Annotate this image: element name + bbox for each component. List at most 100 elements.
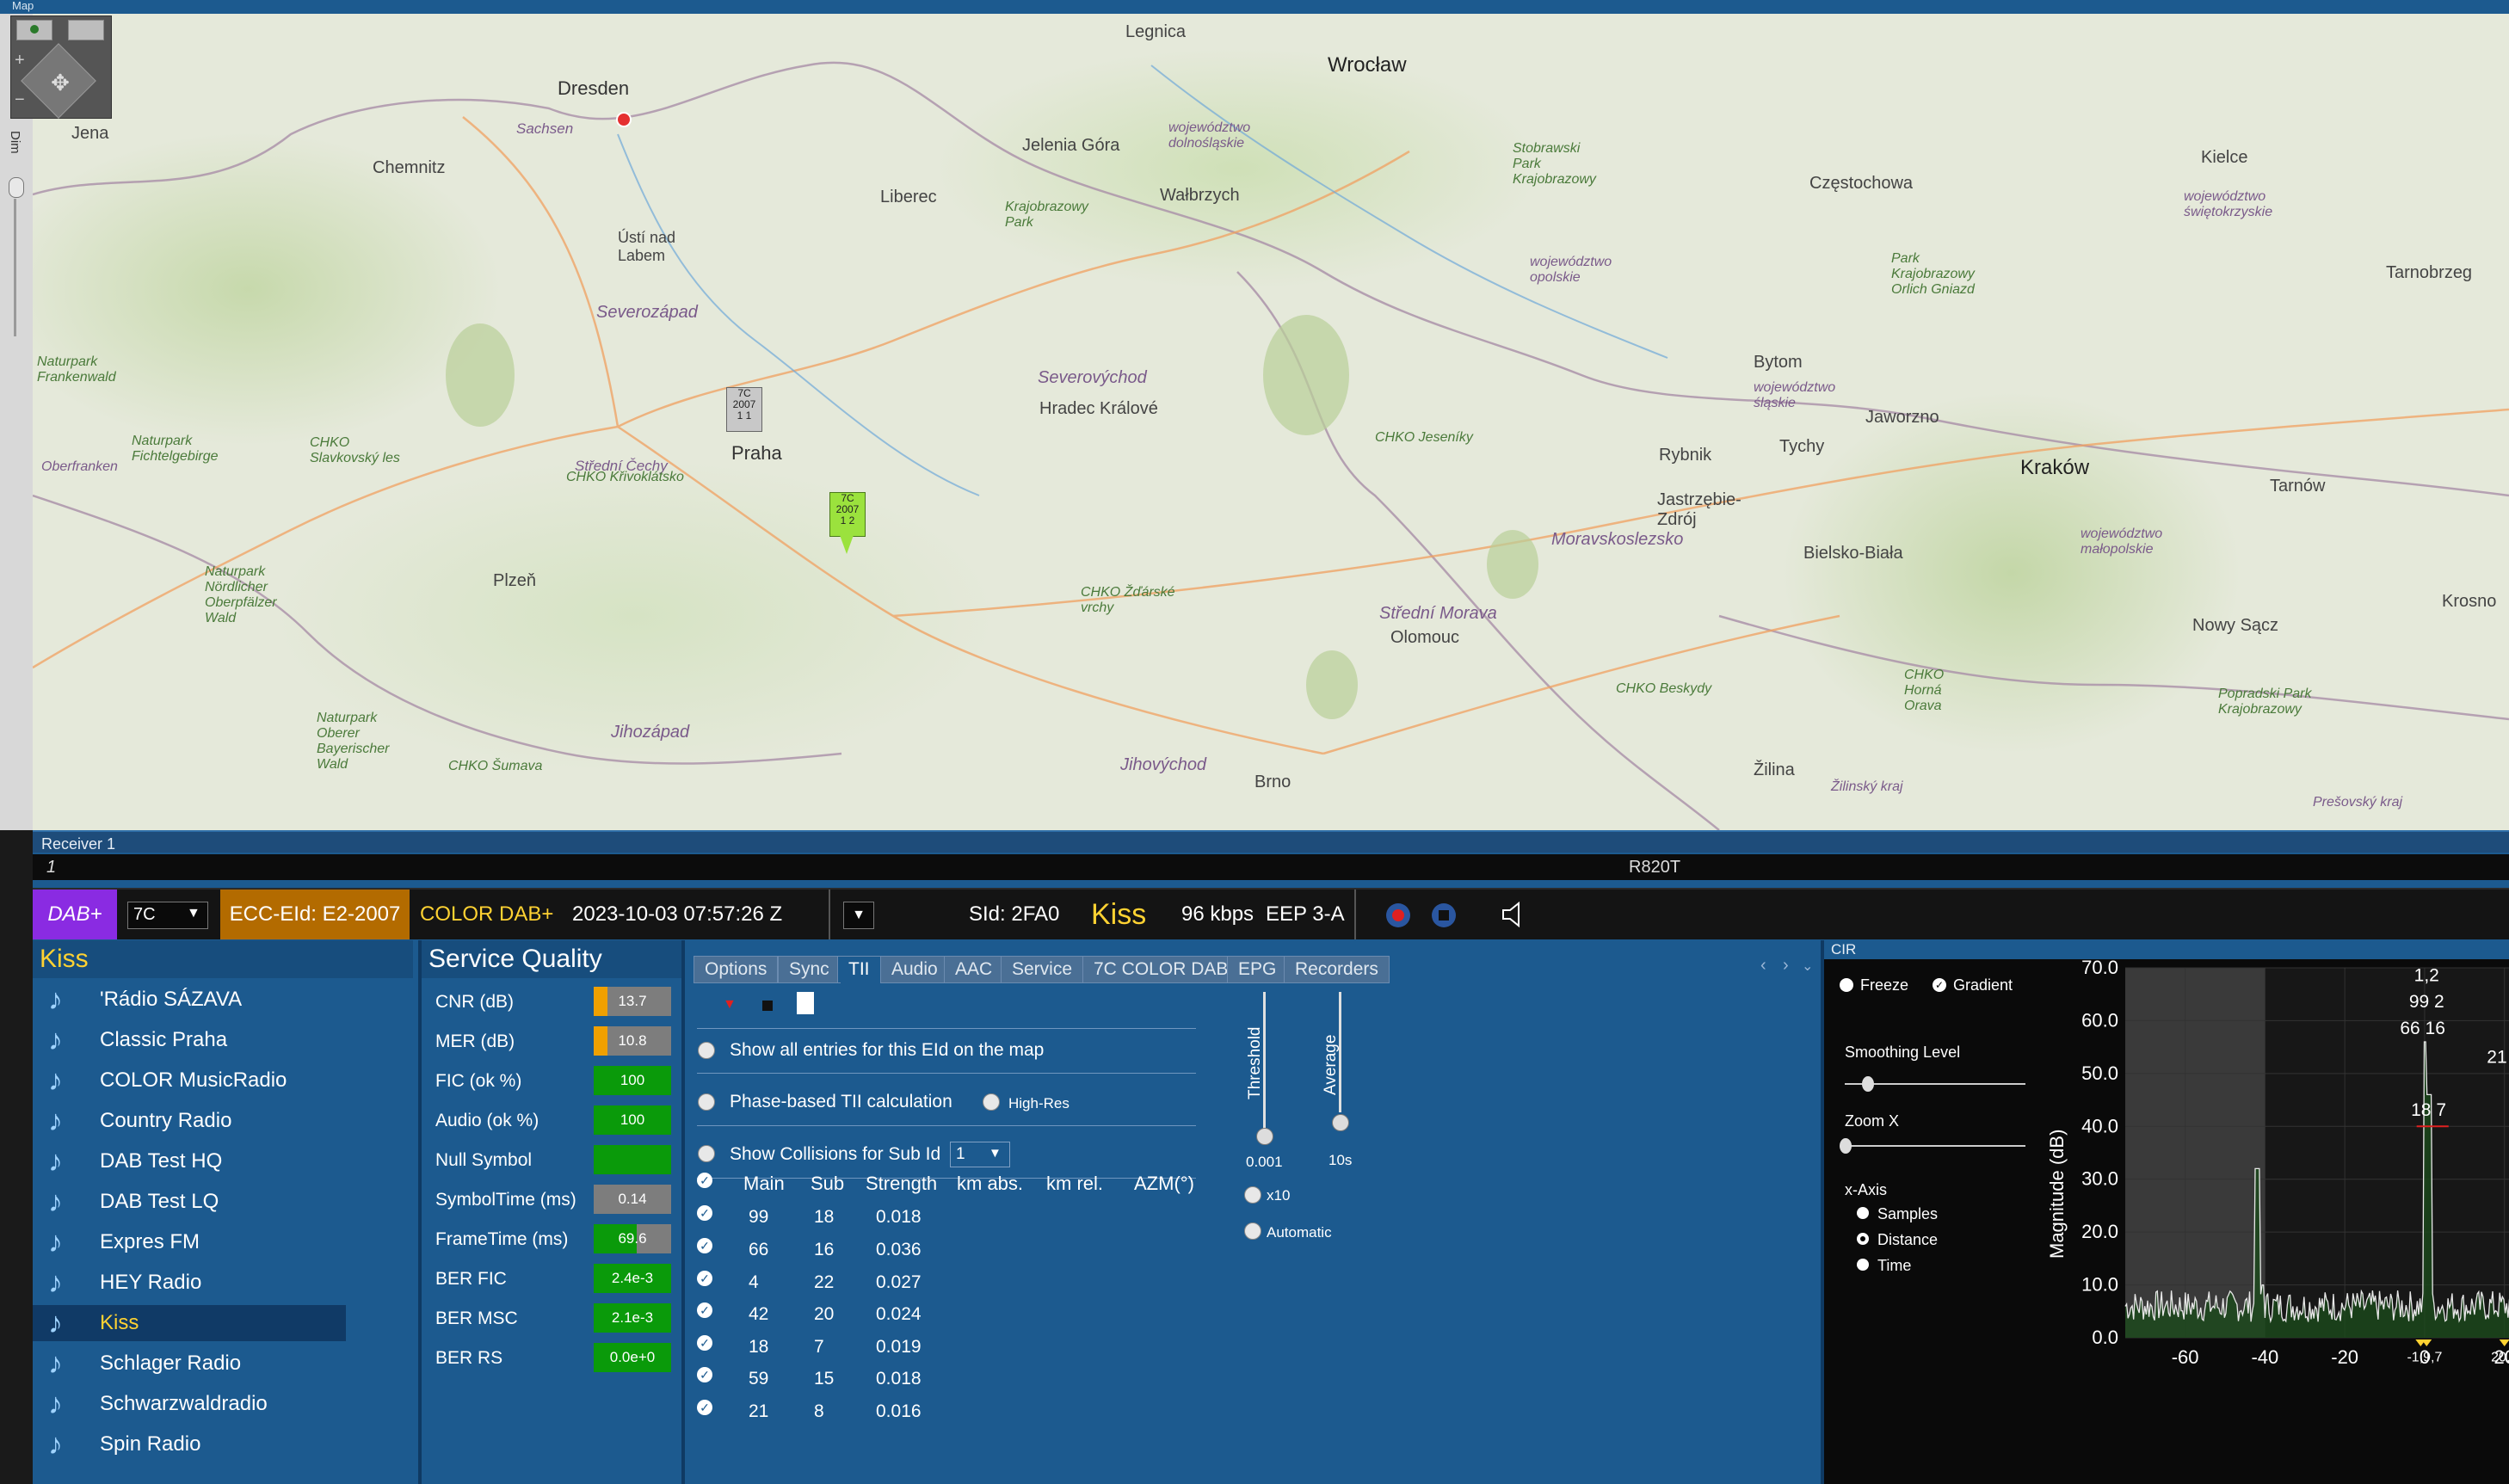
map-label-bielsko: Bielsko-Biała bbox=[1803, 544, 1903, 563]
document-icon[interactable] bbox=[797, 992, 814, 1014]
quality-row-symboltime: SymbolTime (ms) 0.14 bbox=[422, 1179, 681, 1219]
tuner-name: R820T bbox=[1629, 858, 1681, 877]
cell-main: 18 bbox=[749, 1337, 769, 1357]
tab-ensemble[interactable]: 7C COLOR DAB+ bbox=[1082, 956, 1250, 983]
status-divider bbox=[829, 890, 830, 939]
zoom-in-icon[interactable]: + bbox=[15, 51, 28, 71]
music-note-icon: ♪ bbox=[48, 1307, 63, 1339]
show-all-radio[interactable] bbox=[698, 1042, 715, 1059]
tii-marker-grey[interactable]: 7C 2007 1 1 bbox=[726, 387, 762, 432]
time-radio[interactable] bbox=[1857, 1259, 1869, 1271]
row-check-icon[interactable]: ✓ bbox=[697, 1400, 712, 1415]
tab-service[interactable]: Service bbox=[1001, 956, 1084, 983]
threshold-slider-handle[interactable] bbox=[1256, 1128, 1273, 1145]
service-item-selected[interactable]: ♪ Kiss bbox=[33, 1305, 346, 1341]
tab-epg[interactable]: EPG bbox=[1227, 956, 1288, 983]
record-button[interactable] bbox=[1386, 903, 1410, 927]
distance-radio[interactable] bbox=[1857, 1233, 1869, 1245]
tab-tii[interactable]: TII bbox=[837, 956, 881, 982]
freeze-radio[interactable] bbox=[1840, 978, 1853, 992]
row-check-icon[interactable]: ✓ bbox=[697, 1302, 712, 1318]
service-item[interactable]: ♪ Classic Praha bbox=[33, 1022, 346, 1058]
quality-row-audio: Audio (ok %) 100 bbox=[422, 1100, 681, 1140]
map-park-fichtelgebirge: Naturpark Fichtelgebirge bbox=[132, 434, 219, 464]
col-azm[interactable]: AZM(°) bbox=[1134, 1173, 1194, 1195]
service-item[interactable]: ♪ Schlager Radio bbox=[33, 1345, 346, 1382]
row-check-icon[interactable]: ✓ bbox=[697, 1205, 712, 1221]
phase-based-radio[interactable] bbox=[698, 1093, 715, 1111]
col-km-rel[interactable]: km rel. bbox=[1046, 1173, 1103, 1195]
col-strength[interactable]: Strength bbox=[866, 1173, 937, 1195]
sub-id-select[interactable]: 1 ▼ bbox=[950, 1142, 1010, 1167]
average-slider-track[interactable] bbox=[1339, 992, 1341, 1112]
peak-annotation: 21 8 bbox=[2487, 1048, 2509, 1068]
service-item[interactable]: ♪ 'Rádio SÁZAVA bbox=[33, 982, 346, 1018]
tab-options[interactable]: Options bbox=[694, 956, 779, 983]
smoothing-slider-handle[interactable] bbox=[1862, 1076, 1874, 1092]
quality-value: 100 bbox=[620, 1111, 645, 1128]
service-name-label: Kiss bbox=[1091, 898, 1147, 931]
service-item[interactable]: ♪ DAB Test LQ bbox=[33, 1184, 346, 1220]
service-item[interactable]: ♪ Schwarzwaldradio bbox=[33, 1386, 346, 1422]
zoom-slider-track[interactable] bbox=[1845, 1145, 2025, 1147]
col-sub[interactable]: Sub bbox=[811, 1173, 844, 1195]
quality-bar: 2.1e-3 bbox=[594, 1303, 671, 1333]
tii-marker-green[interactable]: 7C 2007 1 2 bbox=[829, 492, 866, 537]
channel-select[interactable]: 7C ▼ bbox=[127, 902, 208, 929]
map-titlebar: Map bbox=[0, 0, 2509, 14]
tab-sync[interactable]: Sync bbox=[778, 956, 841, 983]
receiver-title: Receiver 1 bbox=[41, 835, 116, 853]
automatic-radio[interactable] bbox=[1244, 1222, 1261, 1240]
col-main[interactable]: Main bbox=[743, 1173, 785, 1195]
select-all-check-icon[interactable]: ✓ bbox=[697, 1173, 712, 1188]
show-all-label: Show all entries for this EId on the map bbox=[730, 1040, 1045, 1060]
samples-radio[interactable] bbox=[1857, 1207, 1869, 1219]
quality-bar: 0.14 bbox=[594, 1185, 671, 1214]
dim-slider-handle[interactable] bbox=[9, 177, 24, 198]
map-layer-button[interactable] bbox=[16, 20, 52, 40]
service-label: Country Radio bbox=[100, 1109, 232, 1132]
tab-scroll-left-icon[interactable]: ‹ bbox=[1760, 956, 1766, 976]
row-check-icon[interactable]: ✓ bbox=[697, 1367, 712, 1382]
row-check-icon[interactable]: ✓ bbox=[697, 1335, 712, 1351]
dim-slider-track[interactable] bbox=[14, 199, 16, 336]
map-canvas[interactable]: Legnica Wrocław Dresden Jena Sachsen Che… bbox=[33, 14, 2509, 830]
threshold-slider-track[interactable] bbox=[1263, 992, 1266, 1134]
tab-menu-icon[interactable]: ⌄ bbox=[1802, 958, 1813, 975]
stop-tii-icon[interactable] bbox=[762, 1001, 773, 1011]
row-check-icon[interactable]: ✓ bbox=[697, 1238, 712, 1253]
tab-aac[interactable]: AAC bbox=[944, 956, 1004, 983]
average-slider-handle[interactable] bbox=[1332, 1114, 1349, 1131]
show-collisions-radio[interactable] bbox=[698, 1145, 715, 1162]
service-item[interactable]: ♪ Spin Radio bbox=[33, 1426, 346, 1462]
tab-recorders[interactable]: Recorders bbox=[1284, 956, 1390, 983]
stop-button[interactable] bbox=[1432, 903, 1456, 927]
map-label-popradski: Popradski Park Krajobrazowy bbox=[2218, 687, 2312, 717]
pan-arrows-icon: ✥ bbox=[51, 70, 70, 95]
status-dropdown-button[interactable]: ▼ bbox=[843, 902, 874, 929]
service-item[interactable]: ♪ Expres FM bbox=[33, 1224, 346, 1260]
cir-chart[interactable]: 70.0 60.0 50.0 40.0 30.0 20.0 10.0 0.0 -60 -40 -20… bbox=[2074, 958, 2509, 1388]
gradient-check-icon[interactable]: ✓ bbox=[1933, 978, 1946, 992]
col-km-abs[interactable]: km abs. bbox=[957, 1173, 1023, 1195]
service-item[interactable]: ♪ Country Radio bbox=[33, 1103, 346, 1139]
map-view-button[interactable] bbox=[68, 20, 104, 40]
speaker-icon[interactable] bbox=[1500, 900, 1529, 929]
ecc-eid-badge: ECC-EId: E2-2007 bbox=[220, 890, 410, 939]
music-note-icon: ♪ bbox=[48, 1266, 63, 1299]
service-item[interactable]: ♪ DAB Test HQ bbox=[33, 1143, 346, 1179]
record-tii-icon[interactable]: ▼ bbox=[723, 997, 737, 1013]
map-label-krosno: Krosno bbox=[2442, 592, 2497, 611]
zoom-out-icon[interactable]: − bbox=[15, 90, 28, 110]
service-item[interactable]: ♪ COLOR MusicRadio bbox=[33, 1062, 346, 1099]
high-res-radio[interactable] bbox=[983, 1093, 1000, 1111]
cell-strength: 0.018 bbox=[876, 1369, 922, 1389]
tab-audio[interactable]: Audio bbox=[880, 956, 949, 983]
tab-scroll-right-icon[interactable]: › bbox=[1783, 956, 1789, 976]
separator bbox=[697, 1028, 1196, 1029]
row-check-icon[interactable]: ✓ bbox=[697, 1271, 712, 1286]
cell-main: 4 bbox=[749, 1272, 759, 1292]
zoom-slider-handle[interactable] bbox=[1840, 1138, 1852, 1154]
service-item[interactable]: ♪ HEY Radio bbox=[33, 1265, 346, 1301]
x10-radio[interactable] bbox=[1244, 1186, 1261, 1204]
